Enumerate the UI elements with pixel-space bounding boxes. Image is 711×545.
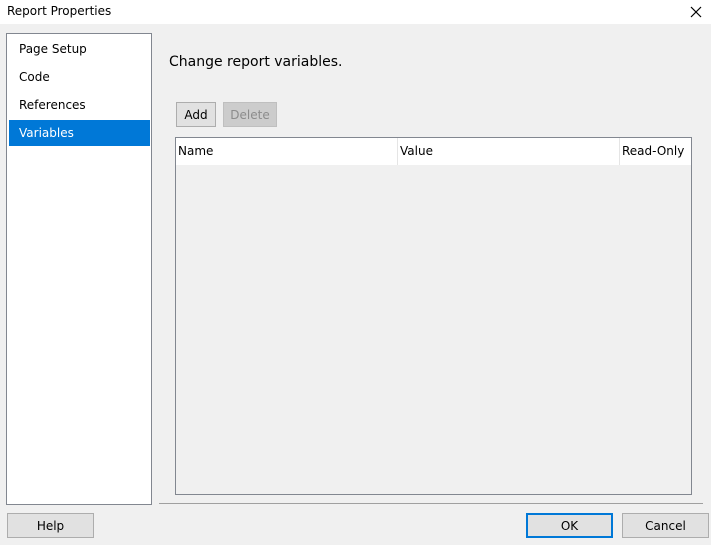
sidebar-item-references[interactable]: References <box>9 92 150 118</box>
help-button[interactable]: Help <box>7 513 94 538</box>
sidebar-item-variables[interactable]: Variables <box>9 120 150 146</box>
page-heading: Change report variables. <box>169 54 343 70</box>
column-header-read-only[interactable]: Read-Only <box>620 138 691 165</box>
sidebar-item-label: Variables <box>19 126 74 140</box>
sidebar-item-page-setup[interactable]: Page Setup <box>9 36 150 62</box>
sidebar-item-label: Code <box>19 70 50 84</box>
title-bar: Report Properties <box>0 0 711 24</box>
delete-button[interactable]: Delete <box>223 102 277 127</box>
window-title: Report Properties <box>7 4 112 18</box>
variables-table[interactable]: Name Value Read-Only <box>175 137 692 495</box>
close-icon <box>690 6 702 18</box>
sidebar-nav: Page Setup Code References Variables <box>6 33 152 505</box>
add-button[interactable]: Add <box>176 102 216 127</box>
sidebar-item-label: References <box>19 98 86 112</box>
sidebar-item-label: Page Setup <box>19 42 87 56</box>
cancel-button[interactable]: Cancel <box>622 513 709 538</box>
close-button[interactable] <box>681 0 711 24</box>
sidebar-item-code[interactable]: Code <box>9 64 150 90</box>
table-header: Name Value Read-Only <box>176 138 691 165</box>
column-header-name[interactable]: Name <box>176 138 397 165</box>
ok-button[interactable]: OK <box>526 513 613 538</box>
footer-divider <box>159 503 703 504</box>
column-header-value[interactable]: Value <box>398 138 619 165</box>
